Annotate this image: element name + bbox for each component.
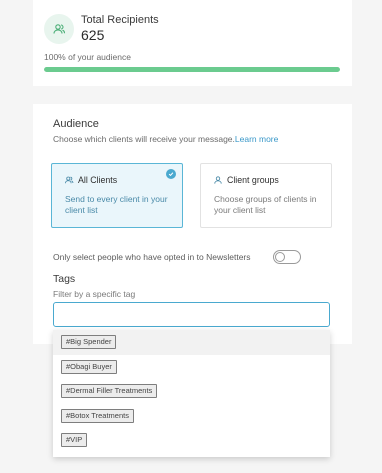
newsletter-toggle-label: Only select people who have opted in to …: [53, 252, 251, 262]
users-icon: [53, 24, 66, 34]
recipients-icon-badge: [44, 14, 74, 44]
dropdown-item-dermal-filler[interactable]: #Dermal Filler Treatments: [53, 379, 330, 404]
tags-filter-input[interactable]: [53, 302, 330, 327]
tags-title: Tags: [53, 273, 76, 285]
learn-more-link[interactable]: Learn more: [235, 134, 278, 144]
option-all-clients-label: All Clients: [78, 175, 118, 185]
recipients-progress-bar: [44, 67, 340, 72]
user-icon: [214, 176, 222, 184]
option-all-clients[interactable]: All Clients Send to every client in your…: [51, 163, 183, 228]
recipients-title: Total Recipients: [81, 14, 159, 26]
audience-subtitle-text: Choose which clients will receive your m…: [53, 134, 235, 144]
toggle-knob: [275, 252, 285, 262]
option-client-groups[interactable]: Client groups Choose groups of clients i…: [200, 163, 332, 228]
check-icon: [166, 169, 176, 179]
newsletter-toggle[interactable]: [273, 250, 301, 264]
recipients-count: 625: [81, 27, 105, 43]
audience-subtitle: Choose which clients will receive your m…: [53, 134, 278, 144]
option-all-clients-header: All Clients: [64, 175, 117, 185]
recipients-card: Total Recipients 625 100% of your audien…: [33, 0, 352, 86]
recipients-subtitle: 100% of your audience: [44, 52, 131, 62]
dropdown-item-botox[interactable]: #Botox Treatments: [53, 404, 330, 429]
audience-title: Audience: [53, 118, 99, 130]
option-all-clients-description: Send to every client in your client list: [65, 194, 168, 215]
dropdown-item-obagi-buyer[interactable]: #Obagi Buyer: [53, 355, 330, 380]
users-icon: [65, 176, 74, 184]
tag-chip: #Obagi Buyer: [61, 359, 117, 374]
tag-chip: #Big Spender: [61, 335, 117, 350]
option-client-groups-label: Client groups: [227, 175, 279, 185]
audience-card: Audience Choose which clients will recei…: [33, 104, 352, 344]
dropdown-item-vip[interactable]: #VIP: [53, 428, 330, 453]
recipients-progress-fill: [44, 67, 340, 72]
option-client-groups-header: Client groups: [213, 175, 279, 185]
tag-chip: #Botox Treatments: [61, 408, 134, 423]
tag-chip: #VIP: [61, 433, 88, 448]
tags-dropdown: #Big Spender #Obagi Buyer #Dermal Filler…: [53, 330, 330, 457]
tag-chip: #Dermal Filler Treatments: [61, 384, 158, 399]
tags-subtitle: Filter by a specific tag: [53, 289, 136, 299]
option-client-groups-description: Choose groups of clients in your client …: [214, 194, 317, 215]
dropdown-item-big-spender[interactable]: #Big Spender: [53, 330, 330, 355]
